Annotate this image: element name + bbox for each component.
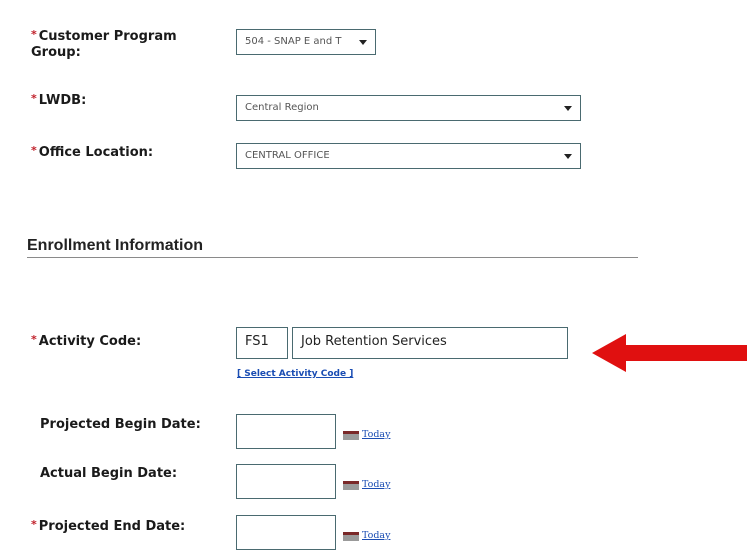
customer-program-group-label: * Customer Program Group:: [31, 28, 177, 60]
calendar-icon[interactable]: [343, 431, 359, 440]
office-location-value: CENTRAL OFFICE: [245, 150, 330, 161]
projected-end-today-link[interactable]: Today: [362, 530, 390, 541]
lwdb-select[interactable]: Central Region: [236, 95, 581, 121]
lwdb-value: Central Region: [245, 102, 319, 113]
required-marker: *: [31, 518, 37, 531]
chevron-down-icon: [359, 40, 367, 45]
projected-end-date-input[interactable]: [236, 515, 336, 550]
calendar-icon[interactable]: [343, 532, 359, 541]
office-location-label: * Office Location:: [31, 144, 154, 160]
customer-program-group-select[interactable]: 504 - SNAP E and T: [236, 29, 376, 55]
required-marker: *: [31, 333, 37, 346]
section-divider: [27, 257, 638, 258]
required-marker: *: [31, 28, 37, 41]
lwdb-label: * LWDB:: [31, 92, 87, 108]
calendar-icon[interactable]: [343, 481, 359, 490]
activity-code-input[interactable]: FS1: [236, 327, 288, 359]
arrow-left-icon: [592, 334, 747, 372]
chevron-down-icon: [564, 106, 572, 111]
projected-begin-date-input[interactable]: [236, 414, 336, 449]
actual-begin-today-link[interactable]: Today: [362, 479, 390, 490]
select-activity-code-link[interactable]: [ Select Activity Code ]: [237, 369, 353, 379]
office-location-select[interactable]: CENTRAL OFFICE: [236, 143, 581, 169]
required-marker: *: [31, 144, 37, 157]
projected-begin-today-link[interactable]: Today: [362, 429, 390, 440]
activity-description-field: Job Retention Services: [292, 327, 568, 359]
projected-begin-date-label: Projected Begin Date:: [40, 417, 201, 432]
actual-begin-date-input[interactable]: [236, 464, 336, 499]
chevron-down-icon: [564, 154, 572, 159]
actual-begin-date-label: Actual Begin Date:: [40, 466, 178, 481]
customer-program-group-value: 504 - SNAP E and T: [245, 36, 342, 47]
projected-end-date-label: * Projected End Date:: [31, 518, 186, 534]
required-marker: *: [31, 92, 37, 105]
activity-code-label: * Activity Code:: [31, 333, 142, 349]
enrollment-section-title: Enrollment Information: [27, 237, 203, 254]
